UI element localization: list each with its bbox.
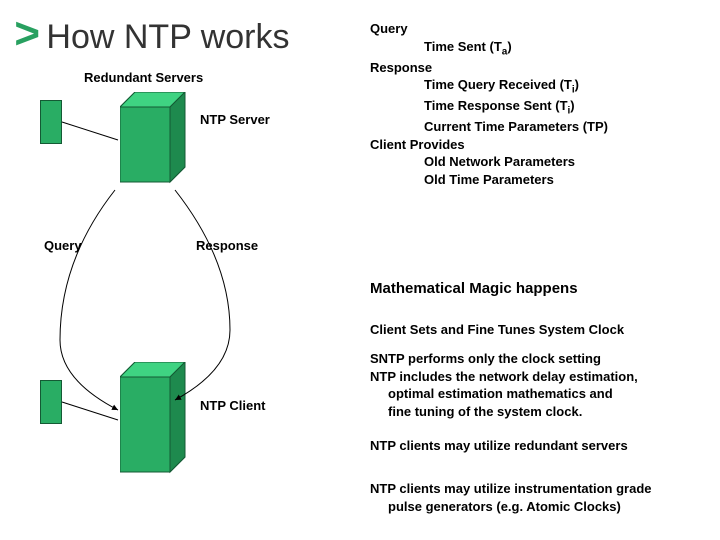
query-time-sent: Time Sent (Ta) (370, 38, 700, 59)
sntp-ntp-block: SNTP performs only the clock setting NTP… (370, 350, 700, 420)
sntp-line1: SNTP performs only the clock setting (370, 350, 700, 368)
redundant-servers-label: Redundant Servers (84, 70, 203, 85)
client-provides-1: Old Network Parameters (370, 153, 700, 171)
instr-line1: NTP clients may utilize instrumentation … (370, 480, 700, 498)
instr-line2: pulse generators (e.g. Atomic Clocks) (370, 498, 700, 516)
math-magic-heading: Mathematical Magic happens (370, 280, 578, 297)
sntp-line4: fine tuning of the system clock. (370, 403, 700, 421)
ntp-redundant-line: NTP clients may utilize redundant server… (370, 438, 628, 453)
ntp-client-cuboid (120, 362, 190, 487)
redundant-server-icon (40, 100, 62, 144)
response-time-received: Time Query Received (Ti) (370, 76, 700, 97)
redundant-client-icon (40, 380, 62, 424)
query-label: Query (44, 238, 82, 253)
sntp-line2: NTP includes the network delay estimatio… (370, 368, 700, 386)
response-label: Response (196, 238, 258, 253)
client-provides-header: Client Provides (370, 136, 700, 154)
page-title: How NTP works (46, 18, 289, 57)
protocol-text-block: Query Time Sent (Ta) Response Time Query… (370, 20, 700, 189)
response-header: Response (370, 59, 700, 77)
response-time-sent: Time Response Sent (Ti) (370, 97, 700, 118)
client-provides-2: Old Time Parameters (370, 171, 700, 189)
chevron-icon: > (14, 12, 40, 62)
client-sets-line: Client Sets and Fine Tunes System Clock (370, 322, 624, 337)
response-time-params: Current Time Parameters (TP) (370, 118, 700, 136)
ntp-server-label: NTP Server (200, 112, 270, 127)
ntp-server-cuboid (120, 92, 190, 197)
ntp-client-label: NTP Client (200, 398, 266, 413)
instrumentation-block: NTP clients may utilize instrumentation … (370, 480, 700, 515)
title-row: > How NTP works (14, 12, 290, 62)
sntp-line3: optimal estimation mathematics and (370, 385, 700, 403)
query-header: Query (370, 20, 700, 38)
